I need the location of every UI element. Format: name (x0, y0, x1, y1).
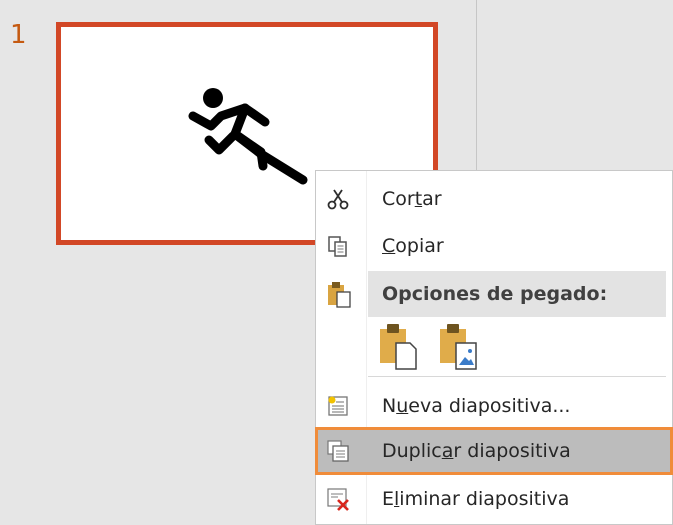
menu-item-duplicate-slide[interactable]: Duplicar diapositiva (315, 427, 673, 475)
copy-icon (328, 236, 347, 257)
scissors-icon (327, 189, 349, 210)
paste-options-row (378, 321, 498, 373)
new-slide-icon (328, 396, 348, 416)
menu-item-cut[interactable]: Cortar (316, 177, 672, 221)
menu-item-label: Nueva diapositiva... (382, 395, 571, 417)
menu-item-label: Cortar (382, 188, 442, 210)
paste-options-label: Opciones de pegado: (382, 283, 608, 305)
keep-source-formatting-paste-icon[interactable] (378, 321, 418, 371)
menu-item-copy[interactable]: Copiar (316, 224, 672, 268)
menu-item-label: Eliminar diapositiva (382, 488, 570, 510)
context-menu: Cortar Copiar Opciones de pegado: Nueva … (315, 170, 673, 525)
menu-item-label: Copiar (382, 235, 444, 257)
clipboard-icon (328, 282, 351, 308)
paste-as-picture-icon[interactable] (438, 321, 478, 371)
paste-options-header: Opciones de pegado: (368, 271, 666, 317)
slide-number: 1 (10, 20, 27, 50)
runner-icon (188, 88, 308, 185)
menu-item-delete-slide[interactable]: Eliminar diapositiva (316, 477, 672, 521)
menu-separator (368, 376, 666, 377)
duplicate-slide-icon (327, 440, 349, 462)
menu-item-new-slide[interactable]: Nueva diapositiva... (316, 384, 672, 428)
menu-item-label: Duplicar diapositiva (382, 440, 571, 462)
delete-slide-icon (327, 488, 349, 511)
